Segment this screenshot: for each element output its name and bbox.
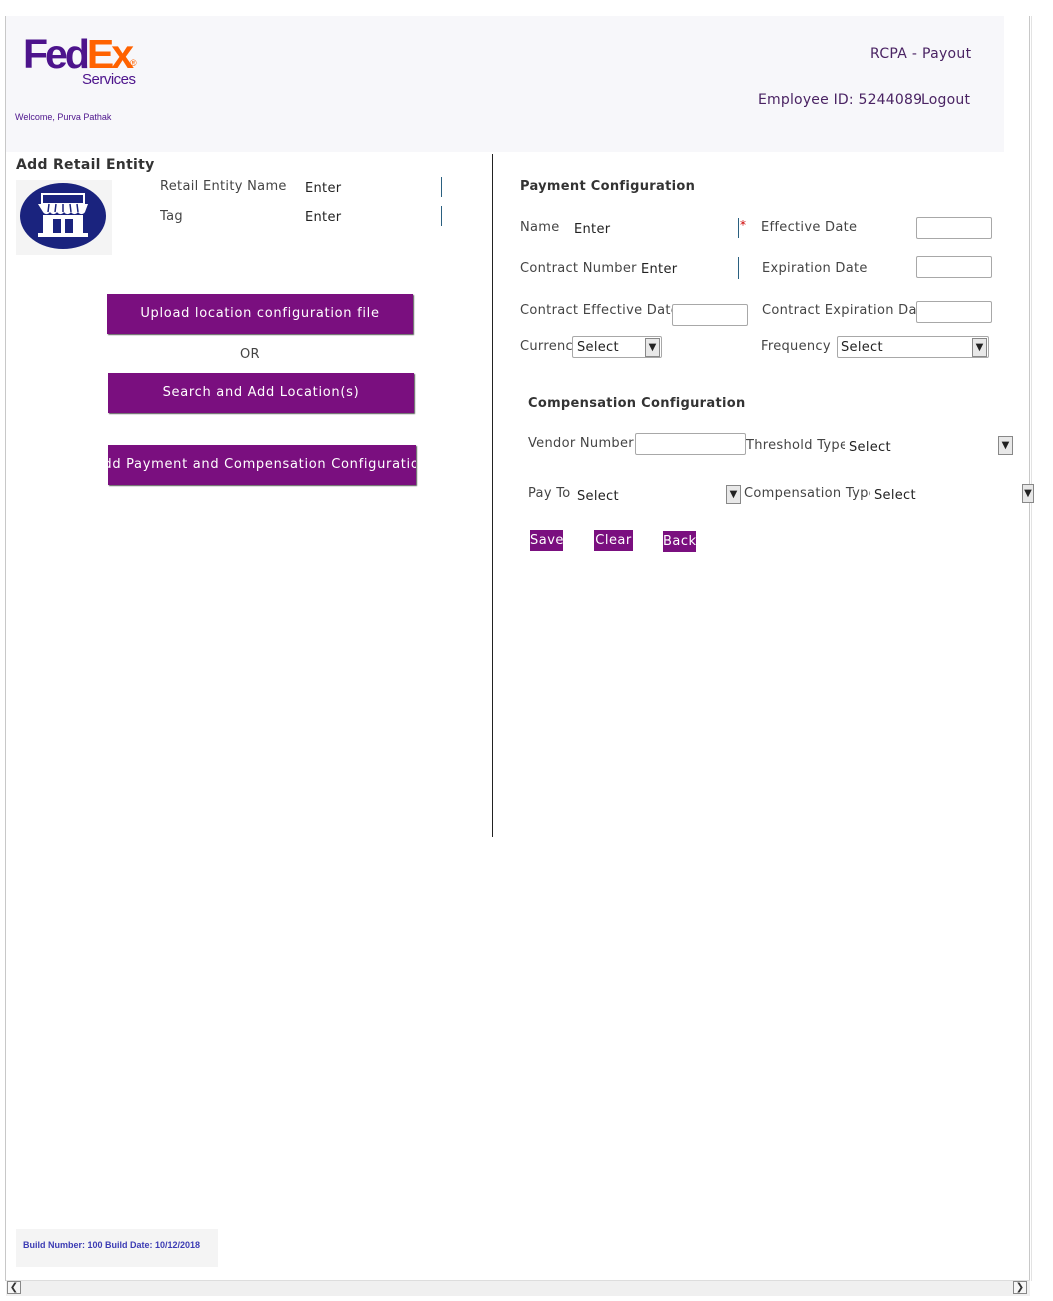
store-icon [20, 183, 106, 249]
or-text: OR [240, 347, 260, 362]
welcome-text: Welcome, Purva Pathak [15, 112, 112, 122]
vendor-number-label: Vendor Number [528, 436, 634, 451]
clear-button[interactable]: Clear [594, 530, 633, 551]
compensation-type-select[interactable]: Select [874, 488, 916, 503]
chevron-down-icon[interactable]: ▼ [726, 485, 741, 504]
logout-link[interactable]: Logout [921, 92, 970, 108]
expiration-date-label: Expiration Date [762, 261, 868, 276]
currency-label: Currency [520, 339, 573, 354]
contract-expiration-date-input[interactable] [916, 301, 992, 323]
effective-date-label: Effective Date [761, 220, 858, 235]
scroll-right-icon[interactable]: ❯ [1013, 1281, 1027, 1294]
effective-date-input[interactable] [916, 217, 992, 239]
compensation-configuration-title: Compensation Configuration [528, 396, 746, 411]
horizontal-scrollbar[interactable] [6, 1280, 1030, 1296]
upload-location-file-button[interactable]: Upload location configuration file [107, 294, 413, 334]
frame-right-border [1029, 16, 1030, 1281]
logo-services-text: Services [82, 71, 136, 88]
chevron-down-icon[interactable]: ▼ [1022, 484, 1034, 503]
add-retail-entity-title: Add Retail Entity [16, 157, 155, 173]
pay-to-select[interactable]: Select [577, 489, 619, 504]
scroll-left-icon[interactable]: ❮ [7, 1281, 21, 1294]
contract-number-cursor [738, 257, 739, 279]
name-cursor [738, 218, 739, 238]
threshold-type-label: Threshold Type [746, 438, 845, 453]
app-title: RCPA - Payout [870, 46, 972, 62]
back-button[interactable]: Back [663, 531, 696, 552]
add-payment-compensation-button[interactable]: Add Payment and Compensation Configurati… [108, 445, 416, 485]
chevron-down-icon[interactable]: ▼ [998, 436, 1013, 455]
name-input[interactable]: Enter [574, 222, 610, 237]
contract-effective-date-input[interactable] [672, 304, 748, 326]
panel-divider [492, 154, 493, 837]
threshold-type-select[interactable]: Select [849, 440, 891, 455]
header [6, 16, 1004, 152]
payment-configuration-title: Payment Configuration [520, 179, 696, 194]
chevron-down-icon[interactable]: ▼ [645, 338, 660, 357]
tag-input[interactable]: Enter [305, 210, 341, 225]
chevron-down-icon[interactable]: ▼ [972, 338, 987, 357]
contract-number-label: Contract Number [520, 261, 637, 276]
compensation-type-label: Compensation Type [744, 486, 870, 501]
registered-mark: ® [130, 58, 137, 68]
frequency-label: Frequency [761, 339, 831, 354]
frame-left-border [5, 16, 6, 1281]
required-marker: * [740, 218, 746, 232]
contract-number-input[interactable]: Enter [641, 262, 677, 277]
retail-entity-name-cursor [441, 177, 442, 197]
pay-to-label: Pay To [528, 486, 571, 501]
name-label: Name [520, 220, 560, 235]
search-add-location-button[interactable]: Search and Add Location(s) [108, 373, 414, 413]
employee-id: Employee ID: 5244089 [758, 92, 923, 108]
contract-effective-date-label: Contract Effective Date [520, 303, 672, 318]
contract-expiration-date-label: Contract Expiration Date [762, 303, 916, 318]
fedex-logo: FedEx [23, 31, 134, 77]
build-info: Build Number: 100 Build Date: 10/12/2018 [23, 1240, 201, 1250]
tag-cursor [441, 206, 442, 226]
frame-right-shadow [1031, 16, 1032, 1281]
frequency-select-value: Select [841, 340, 883, 355]
tag-label: Tag [160, 209, 183, 224]
expiration-date-input[interactable] [916, 256, 992, 278]
currency-select-value: Select [577, 340, 619, 355]
retail-entity-name-input[interactable]: Enter [305, 181, 341, 196]
vendor-number-input[interactable] [635, 433, 746, 455]
save-button[interactable]: Save [530, 530, 563, 551]
retail-entity-name-label: Retail Entity Name [160, 179, 287, 194]
